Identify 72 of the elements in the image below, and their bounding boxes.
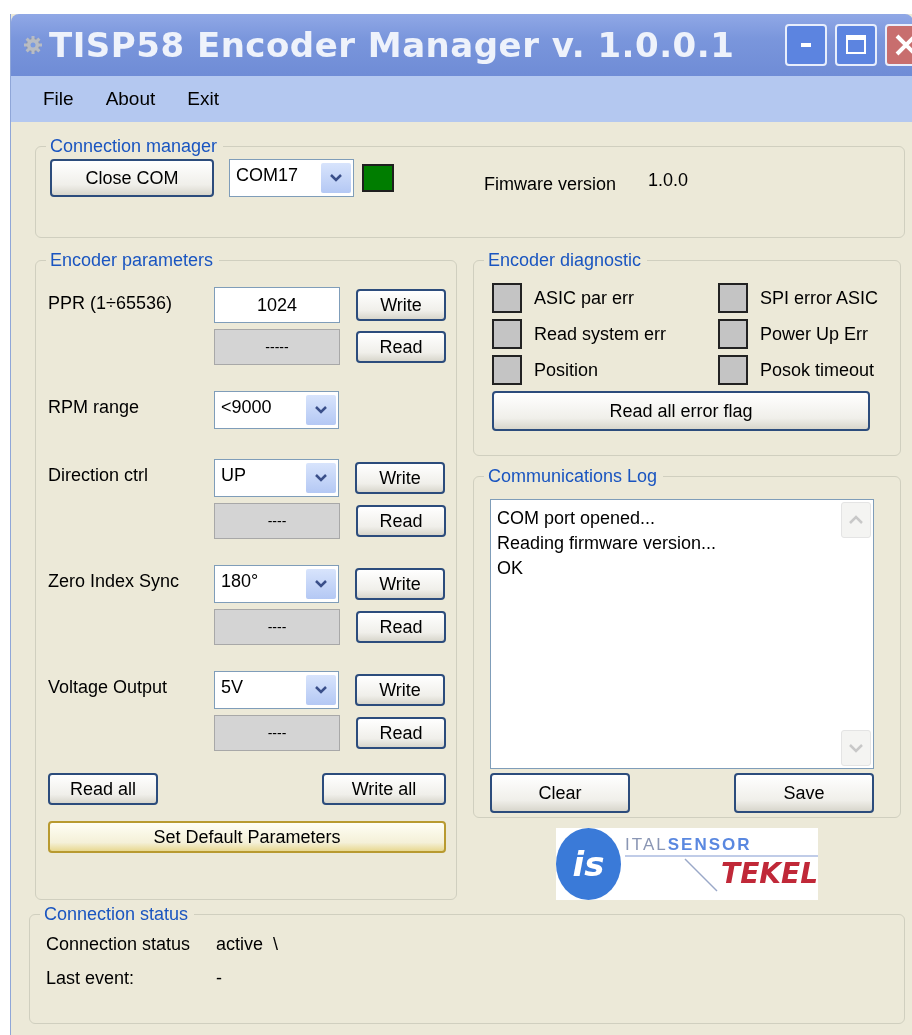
chevron-down-icon — [848, 743, 864, 753]
flag-label: SPI error ASIC — [760, 287, 879, 309]
set-default-button[interactable]: Set Default Parameters — [48, 821, 446, 853]
parameter-input[interactable]: 1024 — [214, 287, 340, 323]
log-line: COM port opened... — [497, 507, 657, 530]
logo-word: SENSOR — [667, 835, 752, 855]
maximize-icon — [845, 34, 867, 56]
parameter-dropdown[interactable]: 5V — [214, 671, 339, 709]
firmware-value: 1.0.0 — [648, 169, 689, 191]
gear-icon — [23, 35, 43, 55]
clear-button[interactable]: Clear — [490, 773, 630, 813]
parameter-dropdown[interactable]: 180° — [214, 565, 339, 603]
parameter-label: PPR (1÷65536) — [48, 292, 173, 315]
flag-label: ASIC par err — [534, 287, 635, 309]
dropdown-button[interactable] — [306, 463, 336, 493]
log-line: Reading firmware version... — [497, 532, 717, 555]
save-button[interactable]: Save — [734, 773, 874, 813]
parameter-dropdown[interactable]: UP — [214, 459, 339, 497]
readback-field: ----- — [214, 329, 340, 365]
chevron-down-icon — [329, 173, 343, 183]
readback-field: ---- — [214, 503, 340, 539]
flag-label: Posok timeout — [760, 359, 875, 381]
read-button[interactable]: Read — [356, 505, 446, 537]
dropdown-button[interactable] — [306, 569, 336, 599]
menu-item[interactable]: About — [105, 88, 156, 110]
port-dropdown[interactable]: COM17 — [229, 159, 354, 197]
logo-word: ITAL — [625, 835, 668, 855]
chevron-down-icon — [314, 473, 328, 483]
write-button[interactable]: Write — [356, 289, 446, 321]
write-button[interactable]: Write — [355, 462, 445, 494]
read-all-button[interactable]: Read all — [48, 773, 158, 805]
status-value: active \ — [216, 933, 279, 955]
menu-item[interactable]: File — [43, 88, 74, 110]
dropdown-button[interactable] — [306, 395, 336, 425]
logo-mark: is — [556, 828, 622, 900]
minimize-icon — [801, 43, 811, 47]
log-line: OK — [497, 557, 524, 580]
parameter-dropdown[interactable]: <9000 — [214, 391, 339, 429]
read-button[interactable]: Read — [356, 717, 446, 749]
write-all-button[interactable]: Write all — [322, 773, 446, 805]
status-value: - — [216, 967, 222, 989]
menu-item[interactable]: Exit — [187, 88, 219, 110]
flag-label: Position — [534, 359, 599, 381]
status-label: Last event: — [46, 967, 136, 989]
chevron-down-icon — [314, 405, 328, 415]
close-icon — [894, 33, 912, 57]
maximize-button[interactable] — [835, 24, 877, 66]
window-title: TISP58 Encoder Manager v. 1.0.0.1 — [49, 25, 736, 65]
logo-word: TEKEL — [721, 857, 818, 890]
minimize-button[interactable] — [785, 24, 827, 66]
parameter-label: RPM range — [48, 396, 141, 419]
close-com-button[interactable]: Close COM — [50, 159, 214, 197]
chevron-down-icon — [314, 579, 328, 589]
status-label: Connection status — [46, 933, 192, 955]
dropdown-button[interactable] — [321, 163, 351, 193]
write-button[interactable]: Write — [355, 568, 445, 600]
read-button[interactable]: Read — [356, 331, 446, 363]
chevron-down-icon — [314, 685, 328, 695]
parameter-label: Voltage Output — [48, 676, 169, 699]
parameter-label: Direction ctrl — [48, 464, 150, 487]
log-area[interactable]: COM port opened... Reading firmware version... OK — [490, 499, 874, 769]
dropdown-button[interactable] — [306, 675, 336, 705]
firmware-label: Fimware version — [484, 173, 617, 195]
read-button[interactable]: Read — [356, 611, 446, 643]
read-flags-button[interactable]: Read all error flag — [492, 391, 870, 431]
flag-label: Read system err — [534, 323, 667, 345]
parameter-label: Zero Index Sync — [48, 570, 181, 593]
chevron-up-icon — [848, 515, 864, 525]
write-button[interactable]: Write — [355, 674, 445, 706]
flag-label: Power Up Err — [760, 323, 869, 345]
readback-field: ---- — [214, 609, 340, 645]
readback-field: ---- — [214, 715, 340, 751]
